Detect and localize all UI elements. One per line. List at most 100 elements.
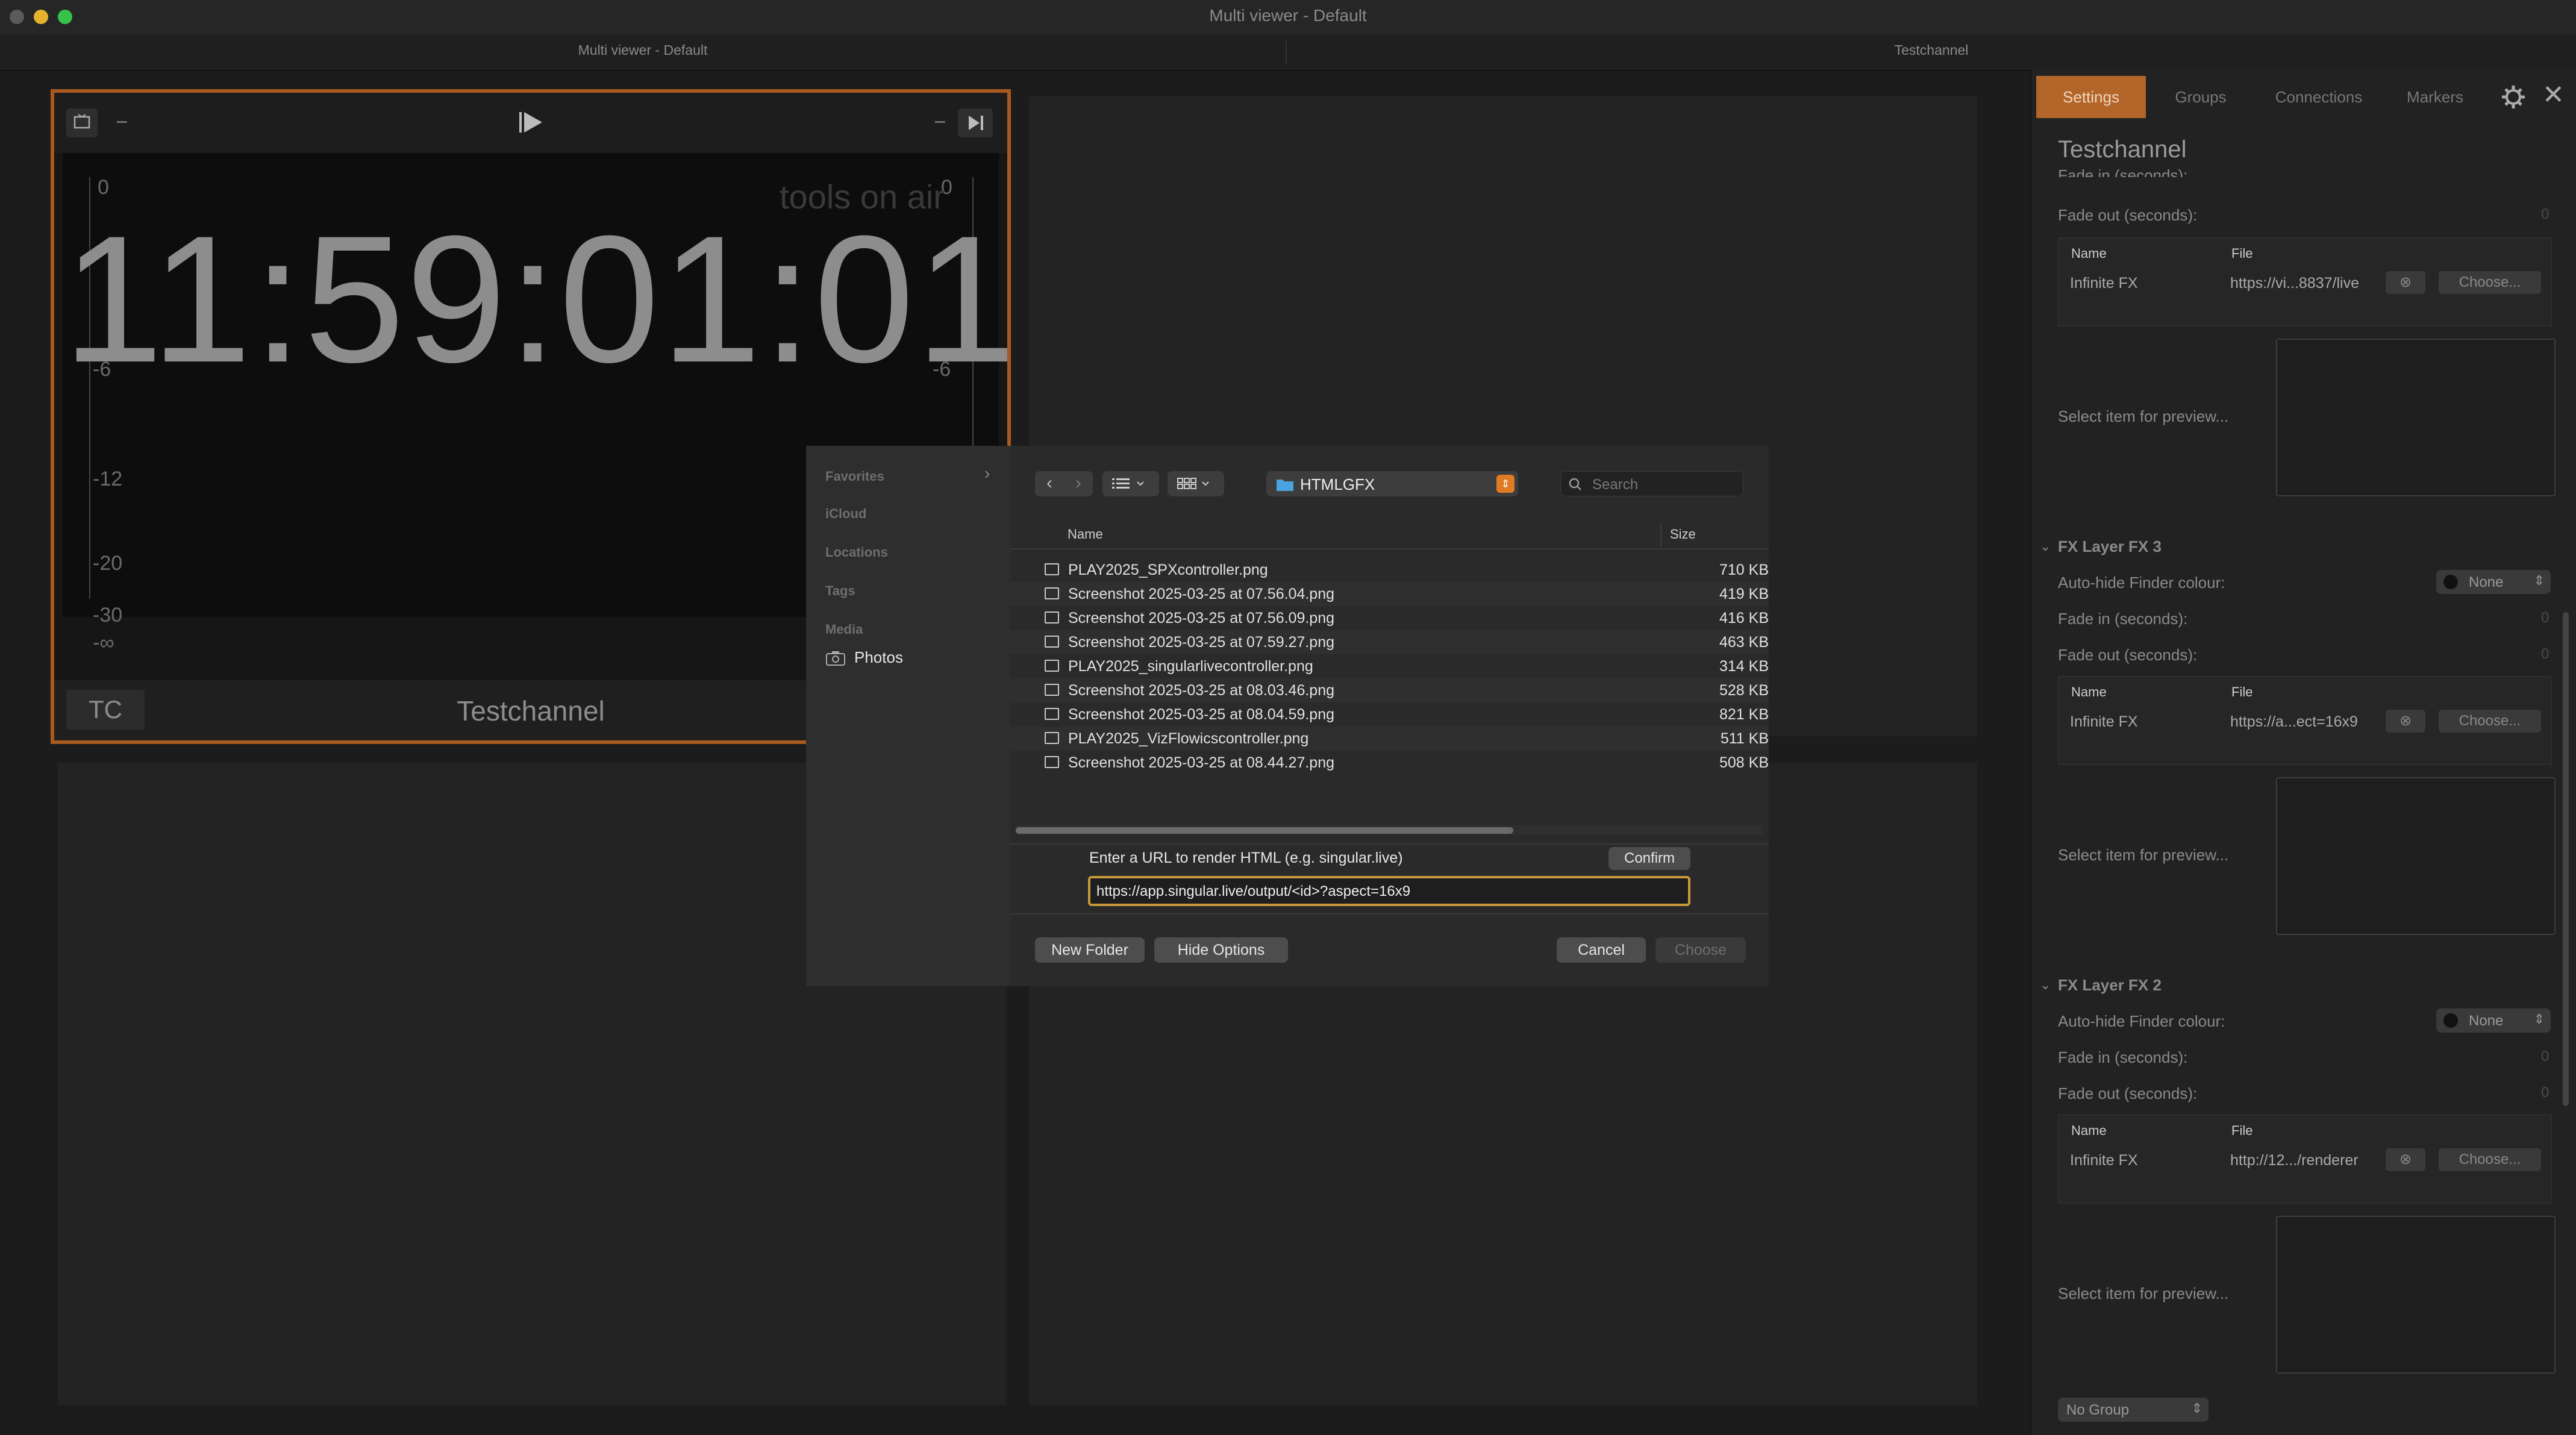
- sidebar-locations[interactable]: Locations: [825, 545, 888, 560]
- sidebar-item-photos[interactable]: Photos: [825, 646, 1006, 670]
- fx-file-url[interactable]: http://12.../renderer: [2230, 1152, 2359, 1169]
- clear-file-icon[interactable]: ⊗: [2386, 271, 2425, 294]
- fade-out-value[interactable]: 0: [2541, 646, 2549, 663]
- preview-box: [2276, 777, 2556, 935]
- scrollbar-thumb[interactable]: [1016, 827, 1513, 834]
- list-view-button[interactable]: [1102, 471, 1159, 496]
- choose-file-button[interactable]: Choose...: [2439, 271, 2541, 294]
- fx-item-name[interactable]: Infinite FX: [2070, 713, 2138, 731]
- tab-settings[interactable]: Settings: [2036, 76, 2146, 118]
- file-row[interactable]: Screenshot 2025-03-25 at 07.56.04.png 419…: [1011, 582, 1769, 606]
- new-folder-button[interactable]: New Folder: [1035, 937, 1145, 963]
- toolbar-dash-right: –: [935, 111, 945, 131]
- column-file: File: [2231, 684, 2253, 699]
- colour-swatch: [2443, 575, 2458, 589]
- fade-in-value[interactable]: 0: [2541, 1048, 2549, 1065]
- file-row[interactable]: Screenshot 2025-03-25 at 07.59.27.png 463…: [1011, 630, 1769, 654]
- hide-options-button[interactable]: Hide Options: [1154, 937, 1288, 963]
- section-title[interactable]: FX Layer FX 3: [2058, 537, 2162, 556]
- fx-item-name[interactable]: Infinite FX: [2070, 1152, 2138, 1169]
- play-button[interactable]: [514, 106, 547, 142]
- close-icon[interactable]: ✕: [2542, 80, 2565, 110]
- file-name: Screenshot 2025-03-25 at 07.59.27.png: [1068, 634, 1335, 651]
- preview-box: [2276, 339, 2556, 496]
- file-list: PLAY2025_SPXcontroller.png 710 KB Screensh…: [1011, 558, 1769, 787]
- list-view-icon: [1112, 478, 1144, 489]
- monitor-button[interactable]: [66, 108, 98, 137]
- clear-file-icon[interactable]: ⊗: [2386, 1148, 2425, 1171]
- sidebar-favorites[interactable]: Favorites: [825, 469, 884, 484]
- cancel-button[interactable]: Cancel: [1557, 937, 1646, 963]
- file-row[interactable]: Screenshot 2025-03-25 at 08.03.46.png 528…: [1011, 678, 1769, 702]
- image-file-icon: [1045, 587, 1059, 599]
- meter-label: 0: [98, 176, 109, 199]
- clear-file-icon[interactable]: ⊗: [2386, 710, 2425, 733]
- file-name: Screenshot 2025-03-25 at 08.03.46.png: [1068, 682, 1335, 699]
- section-title[interactable]: FX Layer FX 2: [2058, 976, 2162, 995]
- fade-out-value[interactable]: 0: [2541, 1084, 2549, 1101]
- choose-button[interactable]: Choose: [1655, 937, 1746, 963]
- panel-scrollbar[interactable]: [2563, 612, 2569, 1106]
- tab-connections[interactable]: Connections: [2256, 76, 2382, 118]
- file-name: Screenshot 2025-03-25 at 07.56.09.png: [1068, 610, 1335, 627]
- folder-select[interactable]: HTMLGFX ⇕: [1266, 471, 1518, 496]
- search-placeholder: Search: [1592, 477, 1639, 493]
- file-row[interactable]: PLAY2025_singularlivecontroller.png 314 K…: [1011, 654, 1769, 678]
- tab-markers[interactable]: Markers: [2387, 76, 2483, 118]
- column-name[interactable]: Name: [1068, 527, 1103, 542]
- skip-next-button[interactable]: [958, 108, 993, 137]
- choose-file-button[interactable]: Choose...: [2439, 710, 2541, 733]
- tab-testchannel[interactable]: Testchannel: [1287, 42, 2576, 58]
- grid-view-button[interactable]: [1168, 471, 1224, 496]
- chevron-updown-icon: ⇕: [2533, 1011, 2545, 1027]
- url-input[interactable]: https://app.singular.live/output/<id>?as…: [1088, 876, 1690, 906]
- file-name: PLAY2025_SPXcontroller.png: [1068, 561, 1268, 578]
- file-name: Screenshot 2025-03-25 at 07.56.04.png: [1068, 586, 1335, 602]
- search-box[interactable]: Search: [1560, 471, 1743, 496]
- gear-icon[interactable]: [2495, 77, 2531, 120]
- column-name: Name: [2071, 246, 2107, 261]
- confirm-button[interactable]: Confirm: [1608, 847, 1690, 870]
- file-row[interactable]: Screenshot 2025-03-25 at 08.44.27.png 508…: [1011, 751, 1769, 775]
- preview-hint: Select item for preview...: [2058, 1284, 2229, 1302]
- file-row[interactable]: Screenshot 2025-03-25 at 08.04.59.png 821…: [1011, 702, 1769, 727]
- fx-item-name[interactable]: Infinite FX: [2070, 275, 2138, 292]
- file-size: 416 KB: [1719, 610, 1769, 627]
- file-row[interactable]: PLAY2025_VizFlowicscontroller.png 511 KB: [1011, 727, 1769, 751]
- tab-multiviewer[interactable]: Multi viewer - Default: [0, 42, 1286, 58]
- sidebar-icloud[interactable]: iCloud: [825, 506, 866, 522]
- chevron-right-icon[interactable]: ›: [984, 464, 990, 483]
- meter-label: -12: [93, 467, 123, 490]
- tab-groups[interactable]: Groups: [2151, 76, 2251, 118]
- chevron-right-icon[interactable]: ›: [1064, 471, 1093, 496]
- fade-in-label: Fade in (seconds):: [2058, 610, 2188, 628]
- chevron-updown-icon: ⇕: [2533, 573, 2545, 588]
- choose-file-button[interactable]: Choose...: [2439, 1148, 2541, 1171]
- fade-out-value[interactable]: 0: [2541, 206, 2549, 223]
- chevron-down-icon[interactable]: ⌄: [2040, 977, 2051, 993]
- finder-colour-select[interactable]: None ⇕: [2436, 570, 2551, 594]
- file-row[interactable]: Screenshot 2025-03-25 at 07.56.09.png 416…: [1011, 606, 1769, 630]
- nav-back-forward: ‹ ›: [1035, 471, 1093, 496]
- file-size: 511 KB: [1720, 730, 1769, 747]
- file-row[interactable]: PLAY2025_SPXcontroller.png 710 KB: [1011, 558, 1769, 582]
- fx-file-url[interactable]: https://vi...8837/live: [2230, 275, 2359, 292]
- group-select[interactable]: No Group ⇕: [2058, 1398, 2209, 1422]
- file-list-scrollbar[interactable]: [1016, 825, 1763, 835]
- column-size[interactable]: Size: [1670, 527, 1696, 542]
- fade-in-label: Fade in (seconds):: [2058, 1048, 2188, 1066]
- file-size: 528 KB: [1719, 682, 1769, 699]
- title-bar: Multi viewer - Default: [0, 0, 2576, 36]
- finder-colour-select[interactable]: None ⇕: [2436, 1008, 2551, 1033]
- grid-view-icon: [1177, 478, 1209, 489]
- chevron-left-icon[interactable]: ‹: [1035, 471, 1064, 496]
- chevron-down-icon[interactable]: ⌄: [2040, 539, 2051, 554]
- fade-in-value[interactable]: 0: [2541, 610, 2549, 627]
- sidebar-tags[interactable]: Tags: [825, 583, 855, 599]
- column-divider[interactable]: [1660, 523, 1662, 547]
- image-file-icon: [1045, 660, 1059, 672]
- fx-file-table: Name File Infinite FX https://vi...8837/…: [2058, 237, 2552, 327]
- fx-file-url[interactable]: https://a...ect=16x9: [2230, 713, 2358, 731]
- tab-bar: Multi viewer - Default Testchannel: [0, 35, 2576, 71]
- chevron-updown-icon: ⇕: [2191, 1401, 2202, 1416]
